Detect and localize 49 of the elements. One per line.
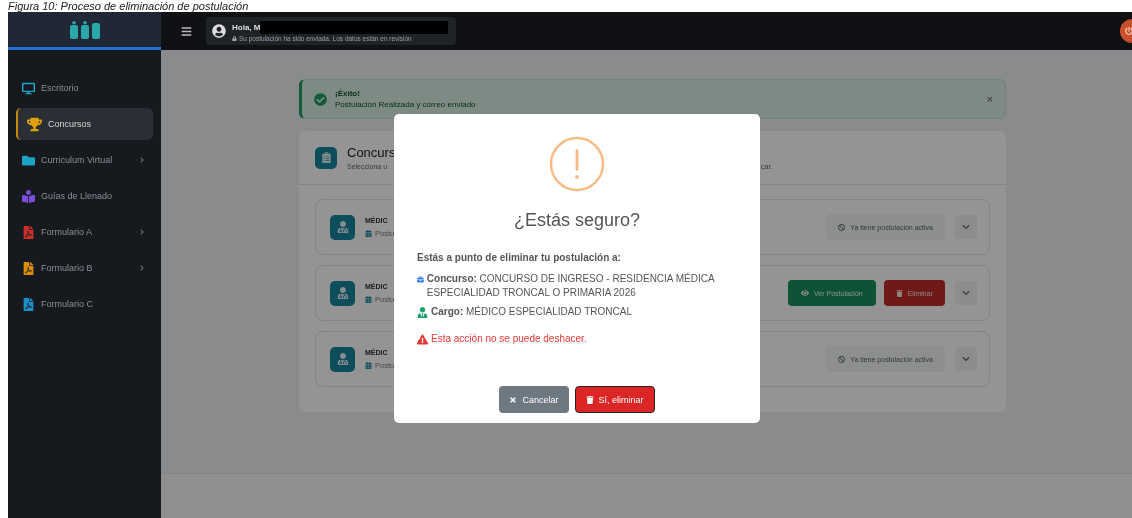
lock-icon: [232, 35, 237, 41]
warning-text: Esta acción no se puede deshacer.: [431, 332, 587, 346]
calendar-icon: [365, 361, 372, 369]
warning-triangle-icon: [417, 333, 428, 345]
logo-icon: [69, 20, 100, 39]
trash-icon: [895, 289, 903, 297]
eye-icon: [801, 289, 810, 297]
alert-message: Postulación Realizada y correo enviado: [335, 100, 477, 109]
clipboard-icon: [315, 146, 337, 169]
detail-text: Concurso: CONCURSO DE INGRESO - RESIDENCIA MÉDICA ESPECIALIDAD TRONCAL O PRIMARIA 2026: [426, 272, 716, 300]
confirm-delete-button[interactable]: Sí, eliminar: [574, 386, 655, 413]
greeting-text: Hola, M: [232, 22, 261, 32]
chevron-icon: [962, 289, 970, 297]
card-title: Concurs: [347, 145, 397, 160]
briefcase-icon: [417, 274, 424, 285]
ban-icon: [838, 223, 846, 231]
chevron-icon: [962, 355, 970, 363]
figure-caption: Figura 10: Proceso de eliminación de postulación: [7, 0, 250, 12]
menu-icon[interactable]: [181, 25, 192, 37]
sidebar-item[interactable]: Concursos: [16, 108, 153, 140]
dialog-title: ¿Estás seguro?: [513, 210, 641, 231]
calendar-icon: [365, 295, 372, 303]
close-button[interactable]: ×: [986, 93, 993, 105]
person-icon: [417, 307, 428, 318]
chevron-icon: [962, 223, 970, 231]
sidebar-item[interactable]: Escritorio: [18, 72, 153, 104]
user-icon: [212, 24, 226, 38]
power-icon: [1125, 27, 1132, 35]
sidebar-item[interactable]: Curriculum Virtual: [18, 144, 153, 176]
close-icon: [509, 395, 518, 404]
warning-icon: [549, 136, 605, 192]
doctor-icon: [330, 214, 355, 240]
doctor-icon: [330, 346, 355, 372]
expand-button[interactable]: [955, 347, 977, 371]
sidebar-item[interactable]: Guías de Llenado: [18, 180, 153, 212]
sidebar-item[interactable]: Formulario A: [18, 216, 153, 248]
ban-icon: [838, 355, 846, 363]
expand-button[interactable]: [955, 215, 977, 239]
expand-button[interactable]: [955, 281, 977, 305]
dialog-intro: Estás a punto de eliminar tu postulación a:: [417, 251, 622, 265]
cancel-button[interactable]: Cancelar: [499, 386, 569, 413]
detail-text: Cargo: MÉDICO ESPECIALIDAD TRONCAL: [431, 305, 632, 319]
sidebar-item[interactable]: Formulario B: [18, 252, 153, 284]
check-icon: [314, 92, 327, 106]
alert-title: ¡Éxito!: [335, 89, 361, 98]
sidebar-item[interactable]: Formulario C: [18, 288, 153, 320]
doctor-icon: [330, 280, 355, 306]
trash-icon: [585, 395, 594, 404]
calendar-icon: [365, 229, 372, 237]
